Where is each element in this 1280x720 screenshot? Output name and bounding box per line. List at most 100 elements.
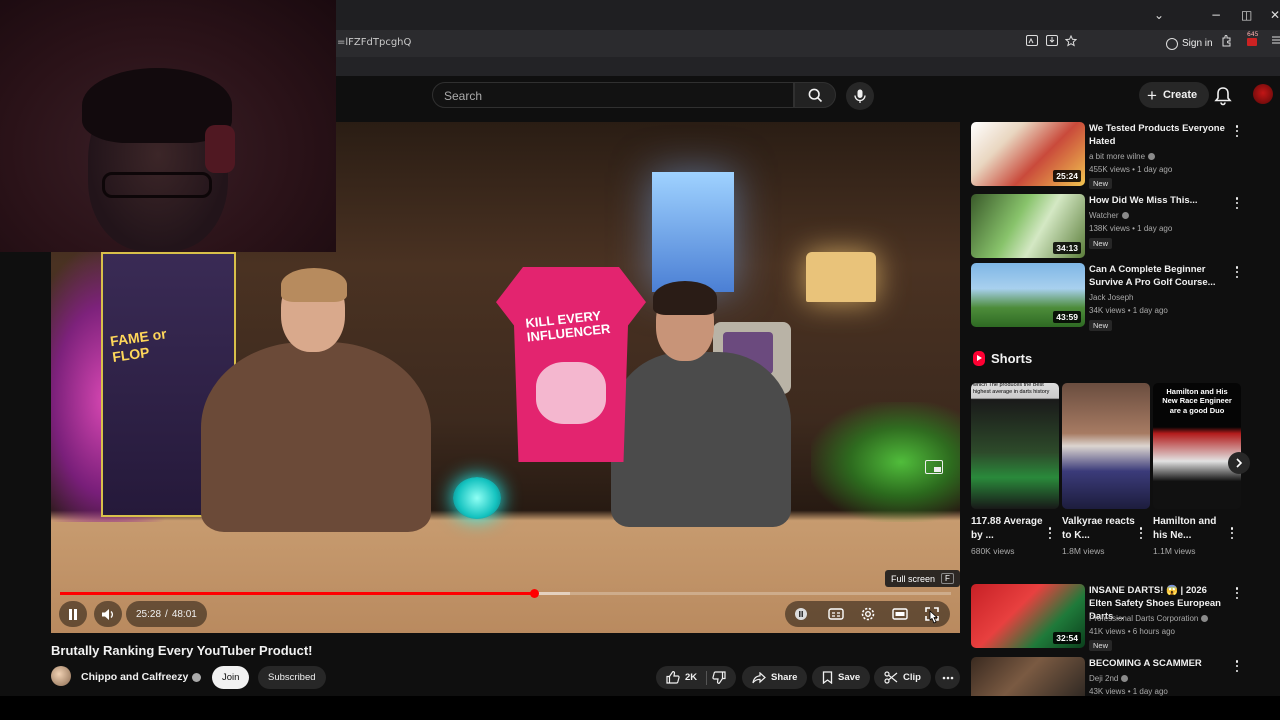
close-window-button[interactable]: ✕ (1270, 8, 1280, 22)
channel-name[interactable]: Chippo and Calfreezy (81, 671, 202, 683)
video-frame-host-right (611, 281, 791, 527)
install-app-icon[interactable] (1045, 35, 1059, 49)
recommendation-channel[interactable]: Jack Joseph (1089, 293, 1133, 302)
minimize-window-button[interactable]: − (1211, 8, 1221, 22)
short-item[interactable]: which The produces the Best highest aver… (971, 383, 1059, 556)
clip-button[interactable]: Clip (874, 666, 931, 689)
like-dislike-group: 2K (656, 666, 736, 689)
microphone-icon (854, 89, 866, 103)
notifications-bell-icon[interactable] (1214, 86, 1232, 106)
recommendation-title[interactable]: Can A Complete Beginner Survive A Pro Go… (1089, 264, 1229, 290)
recommendation-age: 1 day ago (1137, 165, 1173, 174)
new-badge: New (1089, 320, 1113, 331)
recommendation-meta: 455K views • 1 day ago (1089, 165, 1173, 174)
more-options-icon[interactable] (1231, 659, 1243, 673)
subscribed-button[interactable]: Subscribed (258, 666, 326, 689)
short-thumbnail[interactable] (1062, 383, 1150, 509)
shorts-heading: Shorts (973, 351, 1032, 366)
short-title[interactable]: Hamilton and his Ne... (1153, 515, 1229, 543)
progress-scrubber[interactable] (530, 589, 539, 598)
url-text[interactable]: =lFZFdTpcghQ (337, 37, 411, 48)
recommendation-channel[interactable]: a bit more wilne (1089, 152, 1156, 161)
recommendation-item[interactable]: 32:54 INSANE DARTS! 😱 | 2026 Elten Safet… (971, 584, 1251, 651)
recommendation-channel[interactable]: Professional Darts Corporation (1089, 614, 1209, 623)
thumbs-down-icon[interactable] (712, 671, 726, 684)
browser-signin-button[interactable]: Sign in (1166, 35, 1213, 52)
more-options-icon[interactable] (1231, 196, 1243, 210)
theater-mode-icon[interactable] (892, 606, 908, 622)
recommendation-channel[interactable]: Deji 2nd (1089, 674, 1129, 683)
recommendation-title[interactable]: How Did We Miss This... (1089, 195, 1229, 208)
recommendation-title[interactable]: We Tested Products Everyone Hated (1089, 123, 1229, 149)
save-button[interactable]: Save (812, 666, 871, 689)
share-button[interactable]: Share (742, 666, 808, 689)
recommendation-channel-name: a bit more wilne (1089, 152, 1146, 161)
fullscreen-tooltip-key: F (941, 573, 954, 584)
recommendation-channel-name: Professional Darts Corporation (1089, 614, 1199, 623)
create-button[interactable]: + Create (1139, 82, 1210, 108)
short-title[interactable]: Valkyrae reacts to K... (1062, 515, 1138, 543)
settings-gear-icon[interactable] (860, 606, 876, 622)
recommendation-channel[interactable]: Watcher (1089, 211, 1129, 220)
account-avatar[interactable] (1253, 84, 1273, 104)
recommendation-item[interactable]: 25:24 We Tested Products Everyone Hated … (971, 122, 1251, 189)
bookmark-icon (822, 671, 833, 684)
maximize-window-button[interactable]: ◫ (1241, 8, 1252, 22)
tshirt-text: KILL EVERY INFLUENCER (524, 307, 612, 345)
extension-badge-icon[interactable]: 645 (1244, 31, 1260, 49)
recommendation-age: 6 hours ago (1132, 627, 1175, 636)
autoplay-toggle-icon[interactable] (793, 606, 809, 622)
duration-badge: 32:54 (1053, 632, 1081, 644)
recommendation-item[interactable]: 34:13 How Did We Miss This... Watcher 13… (971, 194, 1251, 258)
recommendation-item[interactable]: BECOMING A SCAMMER Deji 2nd 43K views • … (971, 657, 1251, 696)
recommendation-title[interactable]: BECOMING A SCAMMER (1089, 658, 1229, 671)
more-options-icon[interactable] (1231, 265, 1243, 279)
short-item[interactable]: Hamilton and His New Race Engineer are a… (1153, 383, 1241, 556)
image-translate-icon[interactable] (1025, 35, 1039, 49)
extensions-puzzle-icon[interactable] (1219, 35, 1233, 49)
recommendation-views: 138K views (1089, 224, 1130, 233)
subtitles-icon[interactable] (828, 606, 844, 622)
short-views: 1.1M views (1153, 546, 1196, 556)
mute-button[interactable] (94, 601, 122, 627)
channel-avatar[interactable] (51, 666, 71, 686)
short-thumbnail[interactable]: which The produces the Best highest aver… (971, 383, 1059, 509)
recommendation-views: 455K views (1089, 165, 1130, 174)
voice-search-button[interactable] (846, 82, 874, 110)
pause-button[interactable] (59, 601, 87, 627)
time-separator: / (165, 608, 168, 620)
short-thumbnail[interactable]: Hamilton and His New Race Engineer are a… (1153, 383, 1241, 509)
short-title[interactable]: 117.88 Average by ... (971, 515, 1047, 543)
video-title: Brutally Ranking Every YouTuber Product! (51, 643, 313, 658)
scissors-icon (884, 671, 898, 684)
search-button[interactable] (794, 82, 836, 108)
more-options-icon[interactable] (1231, 124, 1243, 138)
tab-list-chevron-icon[interactable]: ⌄ (1154, 8, 1164, 22)
shorts-next-button[interactable] (1228, 452, 1250, 474)
more-options-icon[interactable] (1228, 527, 1236, 539)
more-options-icon[interactable] (1231, 586, 1243, 600)
bookmark-star-icon[interactable] (1064, 34, 1078, 49)
short-item[interactable]: Valkyrae reacts to K... 1.8M views (1062, 383, 1150, 556)
progress-bar[interactable] (60, 589, 951, 598)
recommendation-thumbnail[interactable]: 34:13 (971, 194, 1085, 258)
recommendation-thumbnail[interactable] (971, 657, 1085, 696)
recommendation-thumbnail[interactable]: 25:24 (971, 122, 1085, 186)
video-frame-orb (453, 477, 501, 519)
duration-badge: 43:59 (1053, 311, 1081, 323)
more-options-icon[interactable] (1046, 527, 1054, 539)
recommendation-thumbnail[interactable]: 43:59 (971, 263, 1085, 327)
recommendation-thumbnail[interactable]: 32:54 (971, 584, 1085, 648)
recommendation-meta: 41K views • 6 hours ago (1089, 627, 1175, 636)
like-button[interactable]: 2K (666, 671, 697, 684)
fullscreen-tooltip: Full screen F (885, 570, 960, 587)
recommendation-item[interactable]: 43:59 Can A Complete Beginner Survive A … (971, 263, 1251, 331)
save-label: Save (838, 672, 861, 683)
recommendation-channel-name: Deji 2nd (1089, 674, 1119, 683)
more-actions-button[interactable] (935, 666, 960, 689)
more-options-icon[interactable] (1137, 527, 1145, 539)
browser-menu-icon[interactable] (1269, 35, 1280, 49)
picture-in-picture-overlay-icon[interactable] (925, 460, 943, 474)
join-button[interactable]: Join (212, 666, 250, 689)
search-input[interactable]: Search (432, 82, 794, 108)
